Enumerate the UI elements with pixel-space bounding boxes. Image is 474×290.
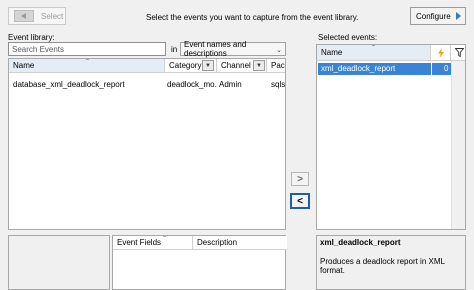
channel-filter-dropdown-icon[interactable]: ▼ [253,60,265,71]
back-arrow-icon [14,10,34,22]
event-library-label: Event library: [8,33,55,42]
selected-event-row[interactable]: xml_deadlock_report 0 [318,63,451,75]
remove-event-button[interactable]: < [290,193,310,209]
row-category-cell: deadlock_mo... [167,80,217,89]
column-header-name[interactable]: ⌃ Name [9,59,165,73]
column-header-actions[interactable] [431,45,451,61]
selected-events-scrollbar[interactable] [451,61,465,229]
configure-button-label: Configure [416,11,451,21]
column-header-category[interactable]: Category ▼ [165,59,217,73]
instruction-text: Select the events you want to capture fr… [146,13,359,22]
row-name-cell: database_xml_deadlock_report [13,80,125,89]
remove-arrow-icon: < [297,195,303,207]
configure-button[interactable]: Configure [410,7,466,25]
description-title: xml_deadlock_report [320,238,401,247]
add-arrow-icon: > [297,173,303,185]
selected-events-label: Selected events: [318,33,378,42]
event-fields-grid: ⌃ Event Fields Description [112,235,287,290]
event-description-pane: xml_deadlock_report Produces a deadlock … [316,235,466,290]
description-text: Produces a deadlock report in XML format… [320,257,445,275]
select-button[interactable]: Select [8,7,66,25]
column-header-event-fields[interactable]: ⌃ Event Fields [113,236,193,250]
category-filter-dropdown-icon[interactable]: ▼ [202,60,214,71]
selected-event-count: 0 [444,64,449,73]
column-header-filter[interactable] [451,45,465,61]
row-channel-cell: Admin [219,80,242,89]
column-header-package[interactable]: Pack [267,59,285,73]
filter-icon [454,48,464,57]
selected-events-grid: ⌃ Name xml_deadlock_report 0 [316,44,466,230]
column-header-description-label: Description [197,238,238,247]
search-scope-value: Event names and descriptions [184,40,247,58]
selected-column-header-name[interactable]: ⌃ Name [317,45,431,61]
column-header-description[interactable]: Description [193,236,287,250]
event-library-grid: ⌃ Name Category ▼ Channel ▼ Pack databas… [8,58,286,230]
sort-arrow-icon: ⌃ [162,236,168,242]
search-events-input[interactable] [8,42,166,56]
in-label: in [171,45,178,54]
column-header-channel[interactable]: Channel ▼ [217,59,267,73]
add-event-button[interactable]: > [291,172,309,186]
sort-arrow-icon: ⌃ [85,59,91,65]
lightning-icon [437,47,444,58]
column-header-channel-label: Channel [221,61,251,70]
column-header-package-label: Pack [271,61,285,70]
sort-arrow-icon: ⌃ [371,45,377,51]
select-button-label: Select [41,11,64,21]
column-header-category-label: Category [169,61,202,70]
selected-column-header-name-label: Name [321,48,343,57]
search-scope-dropdown[interactable]: Event names and descriptions ⌄ [180,40,286,58]
column-header-event-fields-label: Event Fields [117,238,162,247]
event-details-pane [8,235,110,290]
column-header-name-label: Name [13,61,35,70]
dropdown-chevron-icon: ⌄ [276,47,282,54]
row-package-cell: sqlse [271,80,286,89]
column-separator [431,63,432,75]
forward-arrow-icon [456,12,461,20]
selected-event-name: xml_deadlock_report [321,64,396,73]
